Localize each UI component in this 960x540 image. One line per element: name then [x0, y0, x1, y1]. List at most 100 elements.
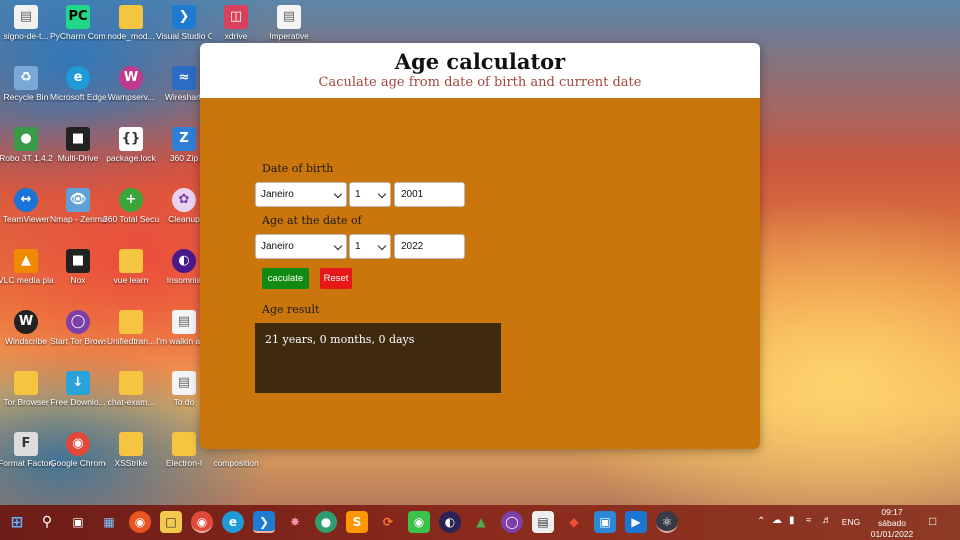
age-at-label: Age at the date of — [262, 214, 362, 227]
desktop-icon[interactable]: chat-exam... — [103, 371, 159, 407]
app-header: Age calculator Caculate age from date of… — [200, 43, 760, 98]
edge-icon: e — [66, 66, 90, 90]
wireshark-icon: ≈ — [172, 66, 196, 90]
edge-icon[interactable]: e — [222, 511, 244, 533]
language-indicator[interactable]: ENG — [840, 517, 862, 527]
file-icon: ▤ — [172, 371, 196, 395]
calculate-button[interactable]: caculate — [262, 268, 309, 289]
page-subtitle: Caculate age from date of birth and curr… — [318, 75, 642, 90]
desktop-icon[interactable]: ■ Nox — [50, 249, 106, 285]
desktop-icon[interactable]: W Wampserv... — [103, 66, 159, 102]
notification-icon[interactable]: □ — [929, 514, 936, 528]
clock-date[interactable]: 01/01/2022 — [868, 529, 916, 539]
teamviewer-icon: ↔ — [14, 188, 38, 212]
eclipse-icon[interactable]: ◐ — [439, 511, 461, 533]
taskbar: ⊞ ⚲ ▣ ▦ ◉ □ ◉ e ❯ ✸ ● S ⟳ ◉ ◐ ▲ ◯ ▤ ◆ ▣ … — [0, 505, 960, 540]
desktop-icon[interactable]: ↓ Free Downlo... — [50, 371, 106, 407]
database-icon: ◫ — [224, 5, 248, 29]
vscode-icon[interactable]: ❯ — [253, 511, 275, 533]
pycharm-icon: PC — [66, 5, 90, 29]
tor-icon: ◯ — [66, 310, 90, 334]
desktop-icon[interactable]: ▲ VLC media player — [0, 249, 54, 285]
cleanup-icon: ✿ — [172, 188, 196, 212]
folder-icon — [119, 249, 143, 273]
network-icon[interactable]: ✸ — [284, 511, 306, 533]
battery-icon[interactable]: ▮ — [789, 515, 795, 526]
desktop-icon[interactable]: vue learn — [103, 249, 159, 285]
refresh-icon[interactable]: ⟳ — [377, 511, 399, 533]
desktop-icon[interactable]: e Microsoft Edge — [50, 66, 106, 102]
desktop-icon[interactable]: ▤ signo-de-t... — [0, 5, 54, 41]
tor-icon[interactable]: ◯ — [501, 511, 523, 533]
at-year-input[interactable]: 2022 — [394, 234, 465, 259]
dob-day-select[interactable]: 1 — [349, 182, 391, 207]
mongodb-icon[interactable]: ▲ — [470, 511, 492, 533]
search-icon[interactable]: ⚲ — [36, 511, 58, 533]
desktop-icon[interactable]: Unifiedtran... — [103, 310, 159, 346]
desktop-icon[interactable]: {} package.lock — [103, 127, 159, 163]
clock-day[interactable]: sábado — [868, 518, 916, 528]
robo3t-icon: ● — [14, 127, 38, 151]
desktop-icon[interactable]: + 360 Total Security — [103, 188, 159, 224]
desktop-icon[interactable]: ◯ Start Tor Browser — [50, 310, 106, 346]
vlc-icon: ▲ — [14, 249, 38, 273]
recycle-bin-icon: ♻ — [14, 66, 38, 90]
widgets-icon[interactable]: ▦ — [98, 511, 120, 533]
file-icon: ▤ — [14, 5, 38, 29]
desktop-icon[interactable]: ♻ Recycle Bin — [0, 66, 54, 102]
calculator-form: Date of birth Janeiro 1 2001 Age at the … — [200, 98, 760, 449]
folder-icon — [119, 310, 143, 334]
desktop-icon[interactable]: ■ Multi-Drive — [50, 127, 106, 163]
at-day-select[interactable]: 1 — [349, 234, 391, 259]
desktop-icon[interactable]: 👁 Nmap - Zenmap GUI — [50, 188, 106, 224]
desktop-icon[interactable]: W Windscribe — [0, 310, 54, 346]
age-result-box: 21 years, 0 months, 0 days — [255, 323, 501, 393]
desktop-icon[interactable]: PC PyCharm Communi... — [50, 5, 106, 41]
folder-icon — [119, 5, 143, 29]
git-icon[interactable]: ◆ — [563, 511, 585, 533]
dob-year-input[interactable]: 2001 — [394, 182, 465, 207]
wifi-icon[interactable]: ≈ — [806, 515, 812, 526]
age-result-text: 21 years, 0 months, 0 days — [265, 333, 415, 346]
volume-icon[interactable]: ♬ — [822, 515, 832, 526]
desktop-icon[interactable]: F Format Factory — [0, 432, 54, 468]
wechat-icon[interactable]: ◉ — [408, 511, 430, 533]
desktop-icon[interactable]: XSStrike — [103, 432, 159, 468]
document-icon[interactable]: ▤ — [532, 511, 554, 533]
desktop-icon[interactable]: Tor Browser — [0, 371, 54, 407]
task-view-icon[interactable]: ▣ — [67, 511, 89, 533]
chevron-down-icon — [333, 241, 343, 251]
clock-time[interactable]: 09:17 — [868, 507, 916, 517]
desktop-icon[interactable]: ❯ Visual Studio Code — [156, 5, 212, 41]
sublime-icon[interactable]: S — [346, 511, 368, 533]
media-icon[interactable]: ▶ — [625, 511, 647, 533]
chevron-up-icon[interactable]: ⌃ — [757, 516, 765, 527]
ubuntu-icon[interactable]: ◉ — [129, 511, 151, 533]
desktop-icon[interactable]: ↔ TeamViewer — [0, 188, 54, 224]
chrome-icon: ◉ — [66, 432, 90, 456]
chrome-icon[interactable]: ◉ — [191, 511, 213, 533]
desktop-icon[interactable]: ● Robo 3T 1.4.2 — [0, 127, 54, 163]
security-icon: + — [119, 188, 143, 212]
folder-icon — [14, 371, 38, 395]
dob-label: Date of birth — [262, 162, 334, 175]
remote-icon[interactable]: ▣ — [594, 511, 616, 533]
reset-button[interactable]: Reset — [320, 268, 352, 289]
desktop-icon[interactable]: ◉ Google Chrome — [50, 432, 106, 468]
electron-icon[interactable]: ⚛ — [656, 511, 678, 533]
desktop-icon[interactable]: ◫ xdrive — [208, 5, 264, 41]
at-month-select[interactable]: Janeiro — [255, 234, 347, 259]
desktop-icon[interactable]: ▤ Imperative — [261, 5, 317, 41]
gitkraken-icon[interactable]: ● — [315, 511, 337, 533]
nox-icon: ■ — [66, 249, 90, 273]
file-explorer-icon[interactable]: □ — [160, 511, 182, 533]
age-result-label: Age result — [262, 303, 320, 316]
chevron-down-icon — [377, 189, 387, 199]
insomnia-icon: ◐ — [172, 249, 196, 273]
desktop-icon[interactable]: node_mod... — [103, 5, 159, 41]
vscode-icon: ❯ — [172, 5, 196, 29]
folder-icon — [119, 432, 143, 456]
cloud-icon[interactable]: ☁ — [772, 515, 782, 526]
dob-month-select[interactable]: Janeiro — [255, 182, 347, 207]
windows-start-icon[interactable]: ⊞ — [6, 511, 28, 533]
